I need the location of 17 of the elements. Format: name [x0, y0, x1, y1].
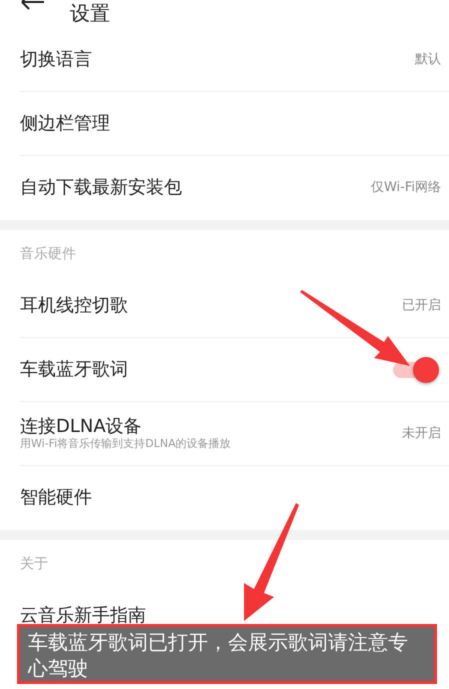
setting-label[interactable]: 车载蓝牙歌词: [20, 358, 128, 380]
setting-label[interactable]: 自动下载最新安装包: [20, 177, 182, 199]
section-heading: 音乐硬件: [19, 245, 77, 264]
setting-label[interactable]: 智能硬件: [20, 487, 92, 509]
setting-label[interactable]: 侧边栏管理: [20, 112, 110, 134]
setting-description: 用Wi-Fi将音乐传输到支持DLNA的设备播放: [20, 437, 231, 452]
setting-value[interactable]: 仅Wi-Fi网络: [370, 178, 441, 198]
setting-label[interactable]: 连接DLNA设备: [20, 416, 231, 438]
setting-label[interactable]: 耳机线控切歌: [20, 294, 128, 316]
setting-label[interactable]: 切换语言: [20, 48, 92, 70]
setting-value[interactable]: 默认: [415, 50, 441, 70]
page-title: 设置: [70, 1, 110, 25]
setting-label[interactable]: 云音乐新手指南: [20, 605, 146, 627]
section-heading: 关于: [19, 555, 49, 574]
toast-text: 车载蓝牙歌词已打开，会展示歌词请注意专心驾驶: [28, 629, 409, 681]
setting-value[interactable]: 已开启: [402, 296, 441, 316]
setting-value[interactable]: 未开启: [402, 424, 441, 444]
